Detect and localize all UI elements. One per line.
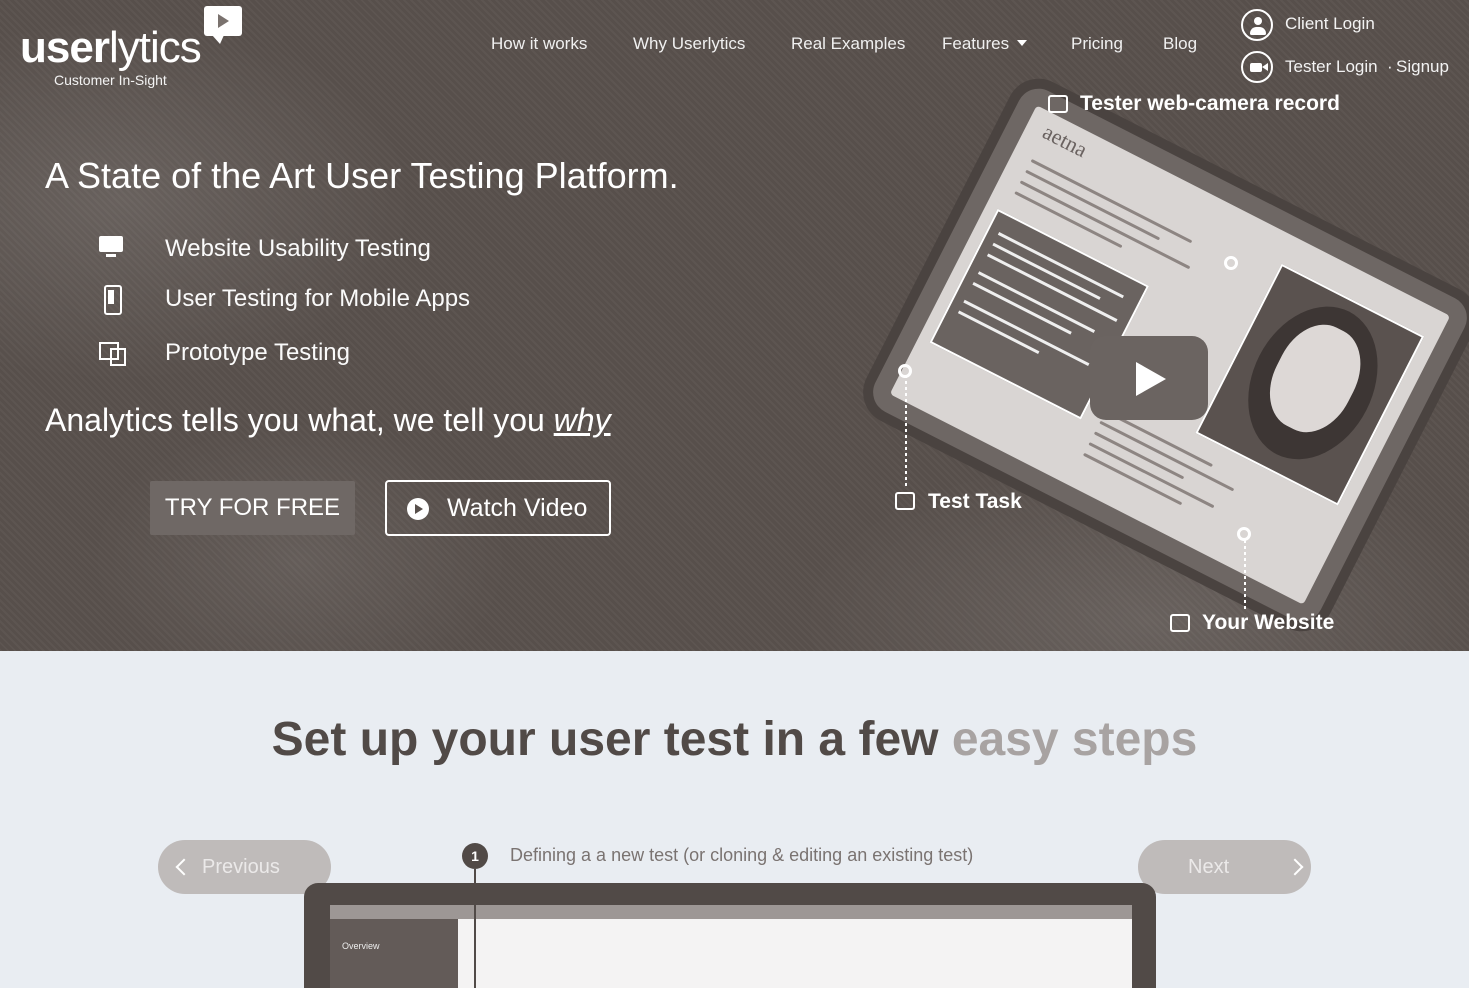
step-description: Defining a a new test (or cloning & edit… [510,845,974,865]
step-preview-screenshot: Overview [304,883,1156,988]
mockup-brand-logo: aetna [1038,118,1092,163]
feature-website-usability: Website Usability Testing [165,235,431,262]
callout-your-website: Your Website [1202,611,1335,634]
website-callout-icon [1170,614,1190,632]
step-indicator-line [474,869,476,988]
callout-test-task: Test Task [928,490,1022,513]
callout-webcam-record: Tester web-camera record [1080,92,1340,115]
phone-icon [98,285,124,315]
hero-section: userlytics Customer In-Sight How it work… [0,0,1469,651]
nav-features-label: Features [942,34,1010,53]
nav-features[interactable]: Features [942,34,1028,54]
client-user-icon [1241,9,1273,41]
preview-sidebar-item: Overview [342,941,380,951]
webcam-callout-icon [1048,95,1068,113]
next-step-button[interactable]: Next [1138,840,1311,894]
task-pin [898,364,912,378]
prototype-icon [98,339,126,366]
preview-sidebar: Overview [330,919,458,988]
monitor-icon [98,235,124,261]
feature-mobile-apps: User Testing for Mobile Apps [165,285,471,312]
nav-why-userlytics[interactable]: Why Userlytics [633,34,745,54]
task-callout-icon [895,492,915,510]
try-for-free-button[interactable]: TRY FOR FREE [150,481,355,535]
nav-pricing[interactable]: Pricing [1071,34,1123,54]
steps-section-title: Set up your user test in a few easy step… [271,713,1198,766]
step-number-badge: 1 [462,843,488,869]
logo-tagline: Customer In-Sight [54,72,167,88]
steps-title-accent: easy steps [951,713,1198,766]
chevron-left-icon [175,858,193,876]
watch-video-label: Watch Video [447,493,588,522]
hero-tagline: Analytics tells you what, we tell you wh… [45,402,611,438]
userlytics-logo[interactable]: userlytics Customer In-Sight [20,6,250,92]
task-callout-line [905,375,907,487]
previous-label: Previous [202,855,280,878]
webcam-pin [1224,256,1238,270]
signup-link[interactable]: Signup [1396,57,1449,77]
preview-menu-bar [330,905,1132,919]
preview-main-area [458,919,1132,988]
video-play-icon[interactable] [1090,336,1208,420]
feature-prototype-testing: Prototype Testing [165,339,351,366]
play-circle-icon [407,498,429,520]
next-label: Next [1188,855,1230,878]
website-pin [1237,527,1251,541]
chevron-down-icon [1017,40,1028,46]
logo-play-bubble-icon [204,6,242,44]
client-login-link[interactable]: Client Login [1285,14,1375,34]
website-callout-line [1244,540,1246,610]
nav-real-examples[interactable]: Real Examples [791,34,905,54]
login-separator: · [1387,57,1393,76]
mockup-webcam-panel [1195,263,1425,506]
tagline-why: why [553,402,611,438]
nav-blog[interactable]: Blog [1163,34,1197,54]
tester-camera-icon [1241,51,1273,83]
hero-title: A State of the Art User Testing Platform… [45,155,679,196]
nav-how-it-works[interactable]: How it works [491,34,587,54]
tester-login-link[interactable]: Tester Login [1285,57,1378,77]
chevron-right-icon [1286,858,1304,876]
watch-video-button[interactable]: Watch Video [385,480,611,536]
previous-step-button[interactable]: Previous [158,840,331,894]
